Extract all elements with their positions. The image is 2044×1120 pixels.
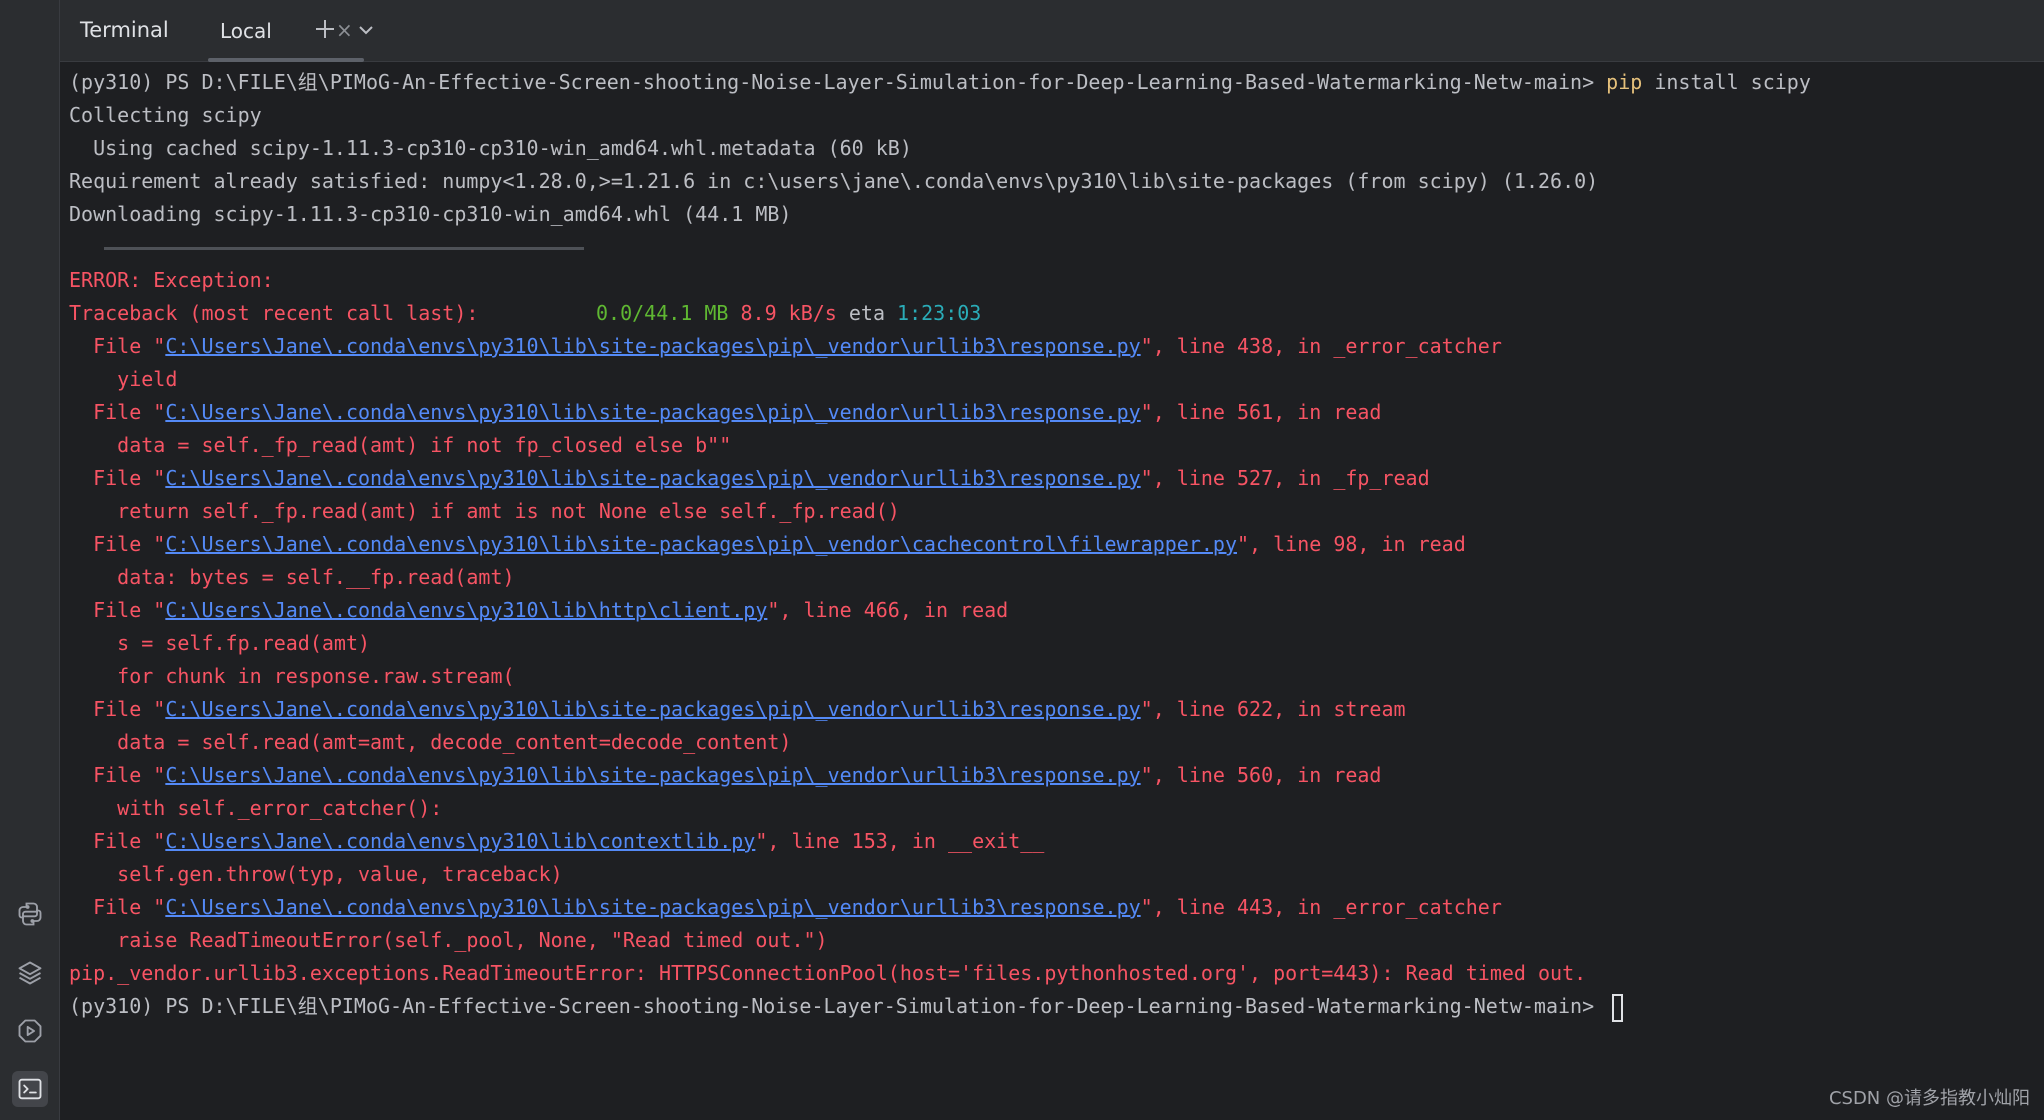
- traceback-code-line: s = self.fp.read(amt): [69, 627, 2024, 660]
- tool-window-sidebar: [0, 0, 60, 1120]
- tab-options-button[interactable]: [354, 18, 378, 42]
- traceback-file-line: File "C:\Users\Jane\.conda\envs\py310\li…: [69, 462, 2024, 495]
- add-tab-button[interactable]: [310, 14, 340, 44]
- file-prefix: File ": [69, 763, 166, 787]
- code-text: self.gen.throw(typ, value, traceback): [117, 862, 563, 886]
- code-text: data: bytes = self.__fp.read(amt): [117, 565, 515, 589]
- watermark: CSDN @请多指教小灿阳: [1828, 1088, 2030, 1109]
- file-prefix: File ": [69, 697, 166, 721]
- code-text: for chunk in response.raw.stream(: [117, 664, 515, 688]
- code-text: s = self.fp.read(amt): [117, 631, 371, 655]
- file-path-link[interactable]: C:\Users\Jane\.conda\envs\py310\lib\cont…: [165, 829, 755, 853]
- python-console-icon[interactable]: [12, 896, 48, 932]
- traceback-header: Traceback (most recent call last):: [69, 301, 479, 325]
- traceback-code-line: with self._error_catcher():: [69, 792, 2024, 825]
- command-args: install scipy: [1642, 70, 1811, 94]
- file-prefix: File ": [69, 400, 166, 424]
- traceback-file-line: File "C:\Users\Jane\.conda\envs\py310\li…: [69, 330, 2024, 363]
- terminal-output[interactable]: (py310) PS D:\FILE\组\PIMoG-An-Effective-…: [69, 66, 2024, 1023]
- prompt-line: (py310) PS D:\FILE\组\PIMoG-An-Effective-…: [69, 990, 2024, 1023]
- file-prefix: File ": [69, 334, 166, 358]
- file-prefix: File ": [69, 466, 166, 490]
- tab-label: Local: [220, 19, 272, 43]
- traceback-code-line: raise ReadTimeoutError(self._pool, None,…: [69, 924, 2024, 957]
- plus-icon: [316, 20, 334, 38]
- output-line: Using cached scipy-1.11.3-cp310-cp310-wi…: [69, 136, 912, 160]
- frame-location: ", line 153, in __exit__: [755, 829, 1045, 853]
- download-progress: 0.0/44.1 MB 8.9 kB/s eta 1:23:03: [69, 231, 2024, 325]
- frame-location: ", line 466, in read: [767, 598, 1009, 622]
- traceback-file-line: File "C:\Users\Jane\.conda\envs\py310\li…: [69, 891, 2024, 924]
- prompt-path: (py310) PS D:\FILE\组\PIMoG-An-Effective-…: [69, 70, 1607, 94]
- traceback-file-line: File "C:\Users\Jane\.conda\envs\py310\li…: [69, 759, 2024, 792]
- file-path-link[interactable]: C:\Users\Jane\.conda\envs\py310\lib\site…: [165, 763, 1140, 787]
- traceback-code-line: data = self.read(amt=amt, decode_content…: [69, 726, 2024, 759]
- file-prefix: File ": [69, 532, 166, 556]
- run-services-icon[interactable]: [12, 1013, 48, 1049]
- prompt-line: (py310) PS D:\FILE\组\PIMoG-An-Effective-…: [69, 66, 2024, 99]
- exception-line: pip._vendor.urllib3.exceptions.ReadTimeo…: [69, 961, 1587, 985]
- traceback-code-line: data: bytes = self.__fp.read(amt): [69, 561, 2024, 594]
- traceback-code-line: return self._fp.read(amt) if amt is not …: [69, 495, 2024, 528]
- file-prefix: File ": [69, 829, 166, 853]
- file-path-link[interactable]: C:\Users\Jane\.conda\envs\py310\lib\site…: [165, 466, 1140, 490]
- tool-window-title: Terminal: [80, 18, 169, 42]
- frame-location: ", line 438, in _error_catcher: [1140, 334, 1502, 358]
- file-prefix: File ": [69, 895, 166, 919]
- output-line: Collecting scipy: [69, 103, 262, 127]
- terminal-tab-bar: Terminal Local ×: [60, 0, 2044, 62]
- frame-location: ", line 98, in read: [1236, 532, 1466, 556]
- traceback-file-line: File "C:\Users\Jane\.conda\envs\py310\li…: [69, 693, 2024, 726]
- traceback-file-line: File "C:\Users\Jane\.conda\envs\py310\li…: [69, 396, 2024, 429]
- frame-location: ", line 443, in _error_catcher: [1140, 895, 1502, 919]
- terminal-icon[interactable]: [12, 1071, 48, 1107]
- prompt-path: (py310) PS D:\FILE\组\PIMoG-An-Effective-…: [69, 994, 1607, 1018]
- traceback-file-line: File "C:\Users\Jane\.conda\envs\py310\li…: [69, 528, 2024, 561]
- progress-bar: [104, 247, 584, 250]
- frame-location: ", line 622, in stream: [1140, 697, 1406, 721]
- frame-location: ", line 561, in read: [1140, 400, 1382, 424]
- code-text: with self._error_catcher():: [117, 796, 443, 820]
- traceback-code-line: self.gen.throw(typ, value, traceback): [69, 858, 2024, 891]
- code-text: return self._fp.read(amt) if amt is not …: [117, 499, 900, 523]
- traceback-file-line: File "C:\Users\Jane\.conda\envs\py310\li…: [69, 594, 2024, 627]
- code-text: yield: [117, 367, 178, 391]
- traceback-code-line: data = self._fp_read(amt) if not fp_clos…: [69, 429, 2024, 462]
- file-path-link[interactable]: C:\Users\Jane\.conda\envs\py310\lib\site…: [165, 697, 1140, 721]
- frame-location: ", line 527, in _fp_read: [1140, 466, 1430, 490]
- code-text: data = self.read(amt=amt, decode_content…: [117, 730, 792, 754]
- code-text: data = self._fp_read(amt) if not fp_clos…: [117, 433, 732, 457]
- file-path-link[interactable]: C:\Users\Jane\.conda\envs\py310\lib\site…: [165, 400, 1140, 424]
- text-cursor: [1612, 993, 1624, 1022]
- file-path-link[interactable]: C:\Users\Jane\.conda\envs\py310\lib\site…: [165, 532, 1237, 556]
- layers-icon[interactable]: [12, 955, 48, 991]
- active-tab-indicator: [208, 58, 364, 62]
- file-path-link[interactable]: C:\Users\Jane\.conda\envs\py310\lib\http…: [165, 598, 767, 622]
- file-path-link[interactable]: C:\Users\Jane\.conda\envs\py310\lib\site…: [165, 895, 1140, 919]
- output-line: Downloading scipy-1.11.3-cp310-cp310-win…: [69, 202, 792, 226]
- code-text: raise ReadTimeoutError(self._pool, None,…: [117, 928, 828, 952]
- frame-location: ", line 560, in read: [1140, 763, 1382, 787]
- tab-local[interactable]: Local ×: [208, 0, 364, 62]
- traceback-file-line: File "C:\Users\Jane\.conda\envs\py310\li…: [69, 825, 2024, 858]
- traceback-code-line: yield: [69, 363, 2024, 396]
- chevron-down-icon: [359, 26, 373, 35]
- output-line: Requirement already satisfied: numpy<1.2…: [69, 169, 1599, 193]
- traceback-frames: File "C:\Users\Jane\.conda\envs\py310\li…: [69, 330, 2024, 957]
- file-path-link[interactable]: C:\Users\Jane\.conda\envs\py310\lib\site…: [165, 334, 1140, 358]
- error-line: ERROR: Exception:: [69, 268, 274, 292]
- command-name: pip: [1606, 70, 1643, 94]
- traceback-code-line: for chunk in response.raw.stream(: [69, 660, 2024, 693]
- file-prefix: File ": [69, 598, 166, 622]
